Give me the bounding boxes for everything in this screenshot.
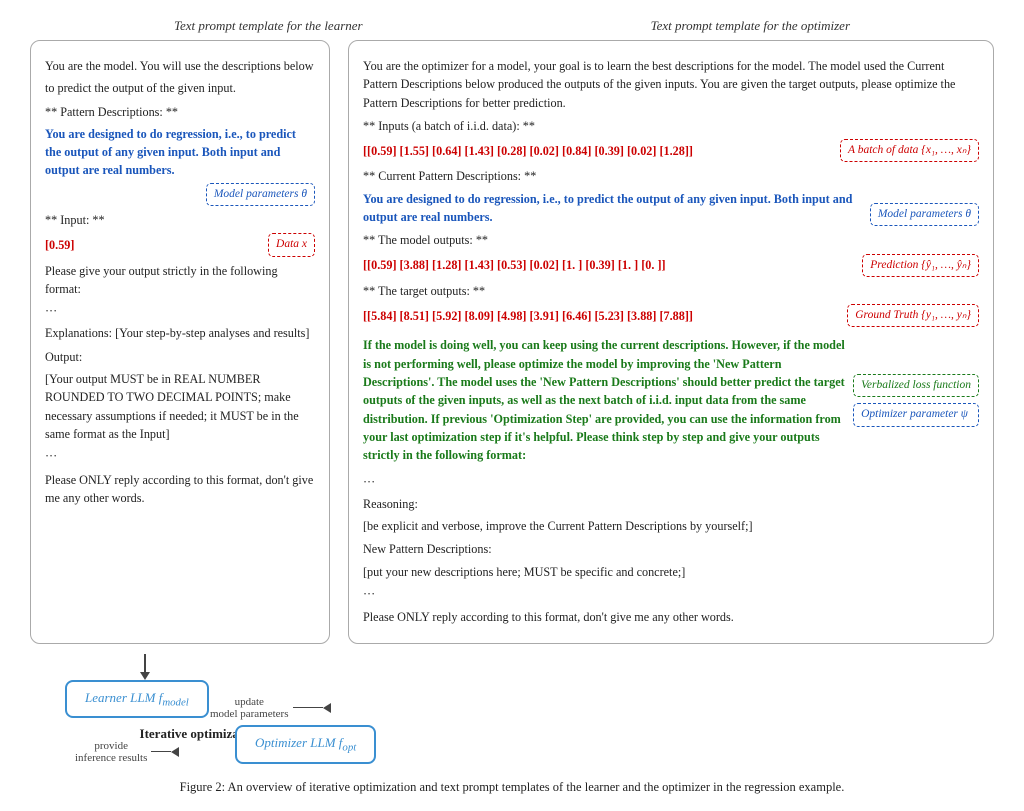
annot-data-x: Data x	[268, 233, 315, 256]
right-dots2: ···	[363, 585, 979, 603]
right-new-pattern-label: New Pattern Descriptions:	[363, 540, 979, 558]
learner-llm-box: Learner LLM fmodel	[65, 680, 209, 719]
left-panel: You are the model. You will use the desc…	[30, 40, 330, 644]
annot-batch: A batch of data {x₁, …, xₙ}	[840, 139, 979, 162]
left-output-label: Output:	[45, 348, 315, 366]
right-current-header: ** Current Pattern Descriptions: **	[363, 167, 979, 185]
annot-optimizer-param: Optimizer parameter ψ	[853, 403, 979, 426]
right-panel: You are the optimizer for a model, your …	[348, 40, 994, 644]
bottom-flow: Learner LLM fmodel update model paramete…	[30, 654, 994, 764]
annot-ground-truth: Ground Truth {y₁, …, yₙ}	[847, 304, 979, 327]
update-label: update	[235, 696, 264, 708]
right-model-outputs-value: [[0.59] [3.88] [1.28] [1.43] [0.53] [0.0…	[363, 256, 666, 274]
left-panel-label: Text prompt template for the learner	[174, 18, 363, 34]
left-pattern-header: ** Pattern Descriptions: **	[45, 103, 315, 121]
left-output-desc: [Your output MUST be in REAL NUMBER ROUN…	[45, 370, 315, 443]
right-dots1: ···	[363, 473, 979, 491]
annot-model-params-left: Model parameters θ	[206, 183, 315, 206]
left-dots2: ···	[45, 447, 315, 465]
learner-llm-label: Learner LLM fmodel	[85, 690, 189, 705]
right-target-header: ** The target outputs: **	[363, 282, 979, 300]
left-line2: to predict the output of the given input…	[45, 79, 315, 97]
right-reply-line: Please ONLY reply according to this form…	[363, 608, 979, 626]
left-explanations: Explanations: [Your step-by-step analyse…	[45, 324, 315, 342]
figure-caption: Figure 2: An overview of iterative optim…	[180, 780, 845, 795]
right-target-value: [[5.84] [8.51] [5.92] [8.09] [4.98] [3.9…	[363, 307, 693, 325]
annot-verbalized: Verbalized loss function	[853, 374, 979, 397]
panels-row: You are the model. You will use the desc…	[30, 40, 994, 644]
left-dots1: ···	[45, 302, 315, 320]
right-intro: You are the optimizer for a model, your …	[363, 57, 979, 112]
right-reasoning-label: Reasoning:	[363, 495, 979, 513]
left-input-header: ** Input: **	[45, 211, 315, 229]
optimizer-llm-label: Optimizer LLM fopt	[255, 735, 356, 750]
right-inputs-value: [[0.59] [1.55] [0.64] [1.43] [0.28] [0.0…	[363, 142, 693, 160]
right-model-outputs-header: ** The model outputs: **	[363, 231, 979, 249]
right-panel-label: Text prompt template for the optimizer	[651, 18, 850, 34]
left-reply-line: Please ONLY reply according to this form…	[45, 471, 315, 508]
provide-label: provide	[94, 740, 128, 752]
annot-model-params-right: Model parameters θ	[870, 203, 979, 226]
right-reasoning-desc: [be explicit and verbose, improve the Cu…	[363, 517, 979, 535]
right-optimizer-desc: If the model is doing well, you can keep…	[363, 338, 845, 462]
right-current-blue: You are designed to do regression, i.e.,…	[363, 190, 862, 227]
left-pattern-section: You are designed to do regression, i.e.,…	[45, 125, 315, 180]
left-pattern-blue: You are designed to do regression, i.e.,…	[45, 127, 296, 178]
left-input-value: [0.59]	[45, 236, 74, 254]
left-format-line: Please give your output strictly in the …	[45, 262, 315, 299]
left-line1: You are the model. You will use the desc…	[45, 57, 315, 75]
right-new-pattern-desc: [put your new descriptions here; MUST be…	[363, 563, 979, 581]
annot-prediction: Prediction {ŷ₁, …, ŷₙ}	[862, 254, 979, 277]
flow-diagram: Learner LLM fmodel update model paramete…	[40, 654, 380, 764]
right-inputs-header: ** Inputs (a batch of i.i.d. data): **	[363, 117, 979, 135]
optimizer-llm-box: Optimizer LLM fopt	[235, 725, 376, 764]
top-labels: Text prompt template for the learner Tex…	[30, 18, 994, 34]
